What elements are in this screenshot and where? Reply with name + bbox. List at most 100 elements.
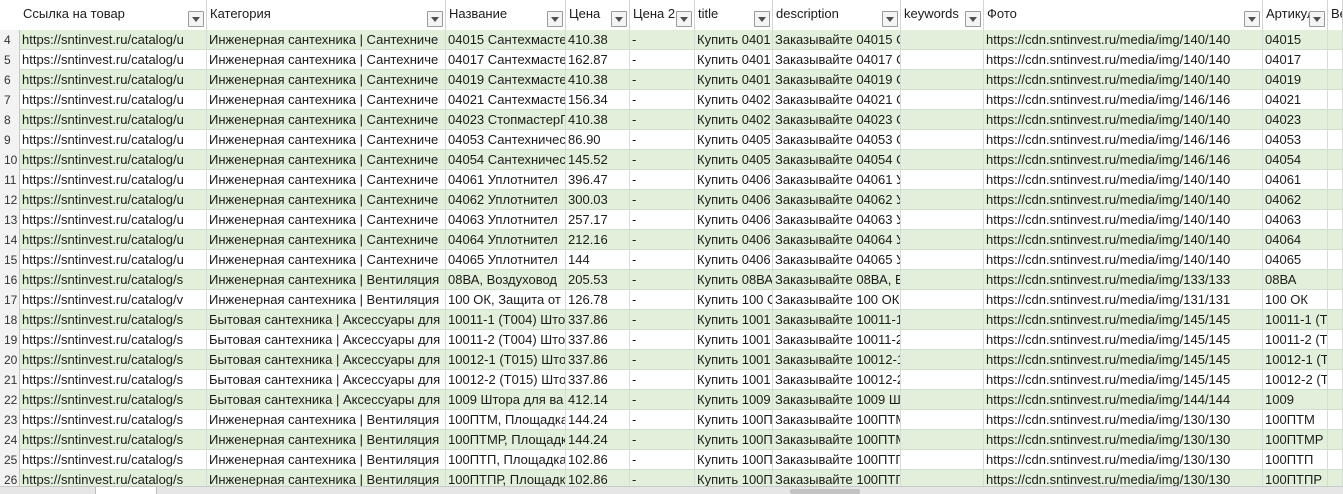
col-category-cell[interactable]: Инженерная сантехника | Сантехниче — [207, 250, 446, 270]
col-price-cell[interactable]: 337.86 — [566, 370, 630, 390]
filter-dropdown-icon[interactable] — [754, 11, 770, 27]
col-price2-cell[interactable]: - — [630, 170, 695, 190]
col-price2-cell[interactable]: - — [630, 190, 695, 210]
col-title-cell[interactable]: Купить 0401 — [695, 30, 773, 50]
col-price2-cell[interactable]: - — [630, 90, 695, 110]
col-description-cell[interactable]: Заказывайте 100ПТМ — [773, 430, 901, 450]
col-weight-cell[interactable] — [1328, 50, 1343, 70]
col-category-cell[interactable]: Инженерная сантехника | Сантехниче — [207, 190, 446, 210]
col-price2-cell[interactable]: - — [630, 430, 695, 450]
col-photo-cell[interactable]: https://cdn.sntinvest.ru/media/img/146/1… — [984, 90, 1263, 110]
col-article-cell[interactable]: 08ВА — [1263, 270, 1328, 290]
col-weight-cell[interactable] — [1328, 150, 1343, 170]
row-number[interactable]: 13 — [0, 210, 20, 230]
col-keywords-cell[interactable] — [901, 310, 984, 330]
col-title-cell[interactable]: Купить 1009 — [695, 390, 773, 410]
filter-dropdown-icon[interactable] — [188, 11, 204, 27]
col-name-cell[interactable]: 04063 Уплотнител — [446, 210, 566, 230]
col-description-cell[interactable]: Заказывайте 04017 С — [773, 50, 901, 70]
col-title-cell[interactable]: Купить 0406 — [695, 250, 773, 270]
col-price-cell[interactable]: 212.16 — [566, 230, 630, 250]
col-keywords-cell[interactable] — [901, 290, 984, 310]
col-name-cell[interactable]: 04053 Сантехничес — [446, 130, 566, 150]
col-photo-cell[interactable]: https://cdn.sntinvest.ru/media/img/145/1… — [984, 350, 1263, 370]
row-number[interactable]: 23 — [0, 410, 20, 430]
col-price2-cell[interactable]: - — [630, 50, 695, 70]
col-weight-cell[interactable] — [1328, 110, 1343, 130]
col-article-cell[interactable]: 10012-1 (Т — [1263, 350, 1328, 370]
col-keywords-header[interactable]: keywords — [901, 0, 984, 30]
col-description-cell[interactable]: Заказывайте 04021 С — [773, 90, 901, 110]
col-photo-cell[interactable]: https://cdn.sntinvest.ru/media/img/133/1… — [984, 270, 1263, 290]
col-photo-cell[interactable]: https://cdn.sntinvest.ru/media/img/140/1… — [984, 110, 1263, 130]
col-keywords-cell[interactable] — [901, 410, 984, 430]
col-price-cell[interactable]: 337.86 — [566, 350, 630, 370]
col-category-cell[interactable]: Инженерная сантехника | Сантехниче — [207, 170, 446, 190]
col-keywords-cell[interactable] — [901, 190, 984, 210]
col-link-cell[interactable]: https://sntinvest.ru/catalog/s — [20, 430, 207, 450]
col-link-cell[interactable]: https://sntinvest.ru/catalog/u — [20, 230, 207, 250]
col-weight-cell[interactable] — [1328, 230, 1343, 250]
col-article-cell[interactable]: 100 ОК — [1263, 290, 1328, 310]
col-photo-cell[interactable]: https://cdn.sntinvest.ru/media/img/146/1… — [984, 150, 1263, 170]
col-name-cell[interactable]: 04023 СтопмастерГ — [446, 110, 566, 130]
col-article-cell[interactable]: 10011-2 (Т — [1263, 330, 1328, 350]
col-price2-cell[interactable]: - — [630, 70, 695, 90]
col-price-cell[interactable]: 205.53 — [566, 270, 630, 290]
col-description-cell[interactable]: Заказывайте 04064 У — [773, 230, 901, 250]
col-name-cell[interactable]: 04021 Сантехмасте — [446, 90, 566, 110]
col-name-cell[interactable]: 100ПТМР, Площадк — [446, 430, 566, 450]
col-title-cell[interactable]: Купить 100 О — [695, 290, 773, 310]
col-keywords-cell[interactable] — [901, 430, 984, 450]
col-article-cell[interactable]: 04015 — [1263, 30, 1328, 50]
col-article-cell[interactable]: 04017 — [1263, 50, 1328, 70]
col-name-header[interactable]: Название — [446, 0, 566, 30]
col-description-cell[interactable]: Заказывайте 10012-2 — [773, 370, 901, 390]
col-keywords-cell[interactable] — [901, 130, 984, 150]
col-weight-cell[interactable] — [1328, 130, 1343, 150]
col-title-header[interactable]: title — [695, 0, 773, 30]
col-description-cell[interactable]: Заказывайте 10012-1 — [773, 350, 901, 370]
col-title-cell[interactable]: Купить 1001 — [695, 330, 773, 350]
scrollbar-thumb[interactable] — [790, 489, 860, 494]
col-keywords-cell[interactable] — [901, 30, 984, 50]
col-title-cell[interactable]: Купить 0405 — [695, 150, 773, 170]
col-link-cell[interactable]: https://sntinvest.ru/catalog/u — [20, 170, 207, 190]
col-photo-cell[interactable]: https://cdn.sntinvest.ru/media/img/145/1… — [984, 370, 1263, 390]
col-article-cell[interactable]: 100ПТМР — [1263, 430, 1328, 450]
col-title-cell[interactable]: Купить 08ВА — [695, 270, 773, 290]
col-category-cell[interactable]: Инженерная сантехника | Вентиляция — [207, 450, 446, 470]
col-title-cell[interactable]: Купить 0401 — [695, 50, 773, 70]
col-article-cell[interactable]: 04019 — [1263, 70, 1328, 90]
filter-dropdown-icon[interactable] — [547, 11, 563, 27]
col-link-cell[interactable]: https://sntinvest.ru/catalog/s — [20, 410, 207, 430]
col-description-cell[interactable]: Заказывайте 04023 С — [773, 110, 901, 130]
col-category-cell[interactable]: Инженерная сантехника | Сантехниче — [207, 150, 446, 170]
row-number[interactable]: 16 — [0, 270, 20, 290]
col-photo-cell[interactable]: https://cdn.sntinvest.ru/media/img/130/1… — [984, 410, 1263, 430]
col-price2-cell[interactable]: - — [630, 230, 695, 250]
row-number[interactable]: 17 — [0, 290, 20, 310]
col-weight-cell[interactable] — [1328, 30, 1343, 50]
col-weight-cell[interactable] — [1328, 70, 1343, 90]
col-article-cell[interactable]: 100ПТП — [1263, 450, 1328, 470]
col-description-cell[interactable]: Заказывайте 04015 С — [773, 30, 901, 50]
col-price2-header[interactable]: Цена 2 — [630, 0, 695, 30]
col-keywords-cell[interactable] — [901, 250, 984, 270]
col-price2-cell[interactable]: - — [630, 30, 695, 50]
col-category-header[interactable]: Категория — [207, 0, 446, 30]
col-category-cell[interactable]: Инженерная сантехника | Сантехниче — [207, 70, 446, 90]
col-category-cell[interactable]: Инженерная сантехника | Сантехниче — [207, 90, 446, 110]
col-name-cell[interactable]: 10011-1 (Т004) Што — [446, 310, 566, 330]
col-name-cell[interactable]: 08ВА, Воздуховод — [446, 270, 566, 290]
col-price2-cell[interactable]: - — [630, 210, 695, 230]
col-description-cell[interactable]: Заказывайте 04062 У — [773, 190, 901, 210]
col-keywords-cell[interactable] — [901, 170, 984, 190]
filter-dropdown-icon[interactable] — [1309, 11, 1325, 27]
col-price2-cell[interactable]: - — [630, 450, 695, 470]
col-link-cell[interactable]: https://sntinvest.ru/catalog/s — [20, 310, 207, 330]
col-photo-cell[interactable]: https://cdn.sntinvest.ru/media/img/140/1… — [984, 230, 1263, 250]
col-name-cell[interactable]: 04015 Сантехмасте — [446, 30, 566, 50]
col-weight-cell[interactable] — [1328, 170, 1343, 190]
col-price-cell[interactable]: 144.24 — [566, 430, 630, 450]
